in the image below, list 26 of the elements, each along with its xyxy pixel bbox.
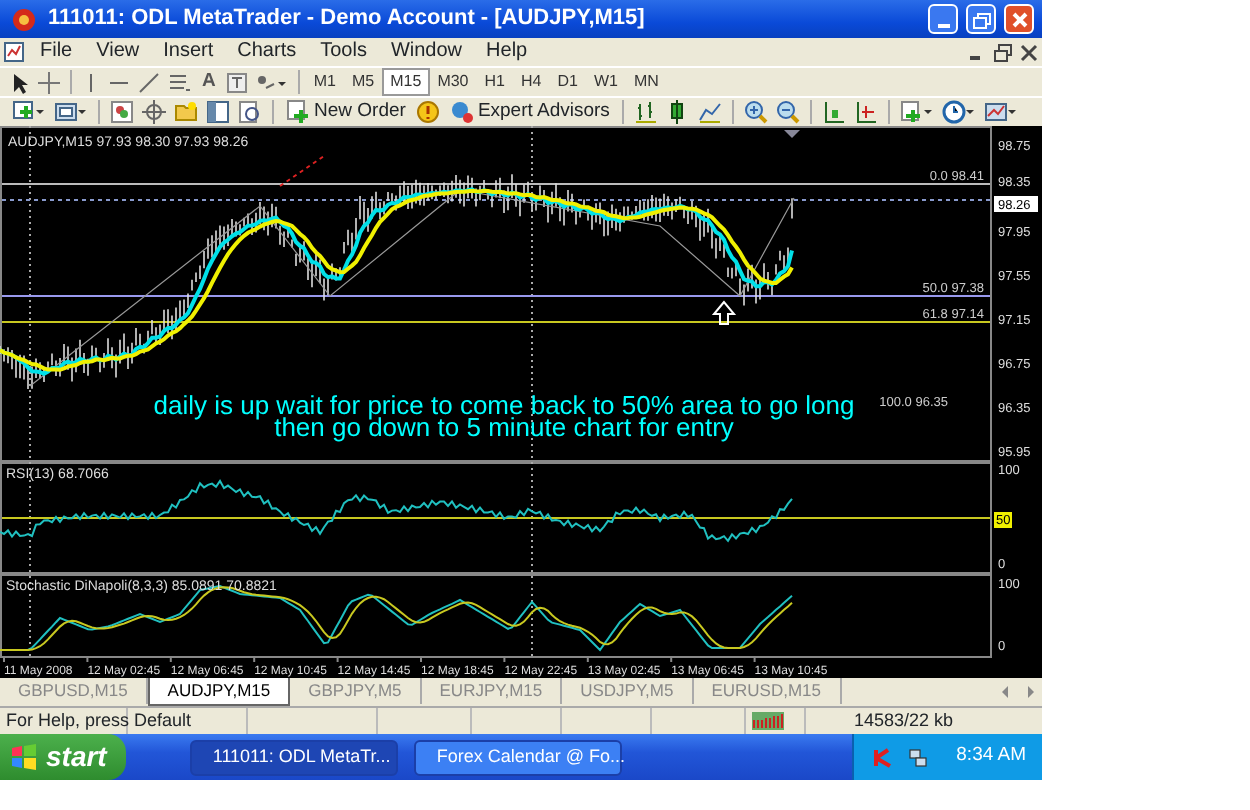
timeframe-button[interactable]: H4: [512, 68, 550, 96]
menu-item[interactable]: Tools: [308, 38, 379, 66]
timeframe-button[interactable]: MN: [625, 68, 667, 96]
timeframe-button[interactable]: W1: [585, 68, 626, 96]
window-title: 111011: ODL MetaTrader - Demo Account - [AUDJPY,M15]: [48, 4, 647, 35]
timeframe-button[interactable]: H1: [476, 68, 513, 96]
menu-item[interactable]: Charts: [225, 38, 309, 66]
menu-item[interactable]: View: [84, 38, 152, 66]
timeframe-button[interactable]: M30: [429, 68, 477, 96]
clock: 8:34 AM: [956, 742, 1026, 771]
menu-item[interactable]: Insert: [151, 38, 226, 66]
menu-item[interactable]: File: [28, 38, 85, 66]
taskbar-button[interactable]: Forex Calendar @ Fo...: [414, 739, 623, 775]
timeframe-button[interactable]: M5: [344, 68, 383, 96]
new-order-button[interactable]: New Order: [280, 98, 412, 126]
text-tool[interactable]: A: [196, 68, 222, 96]
annotation-text: daily is up wait for price to come back to 50% area to go long: [153, 390, 855, 420]
timeframe-button[interactable]: M1: [305, 68, 344, 96]
chart-tab[interactable]: AUDJPY,M15: [147, 678, 291, 706]
traffic-counter: 14583/22 kb: [852, 708, 956, 734]
timeframe-button[interactable]: M15: [382, 68, 430, 96]
expert-advisors-button[interactable]: Expert Advisors: [443, 98, 616, 126]
menu-item[interactable]: Window: [378, 38, 475, 66]
taskbar-button[interactable]: 111011: ODL MetaTr...: [190, 739, 399, 775]
menu-item[interactable]: Help: [474, 38, 540, 66]
timeframe-button[interactable]: D1: [549, 68, 586, 96]
